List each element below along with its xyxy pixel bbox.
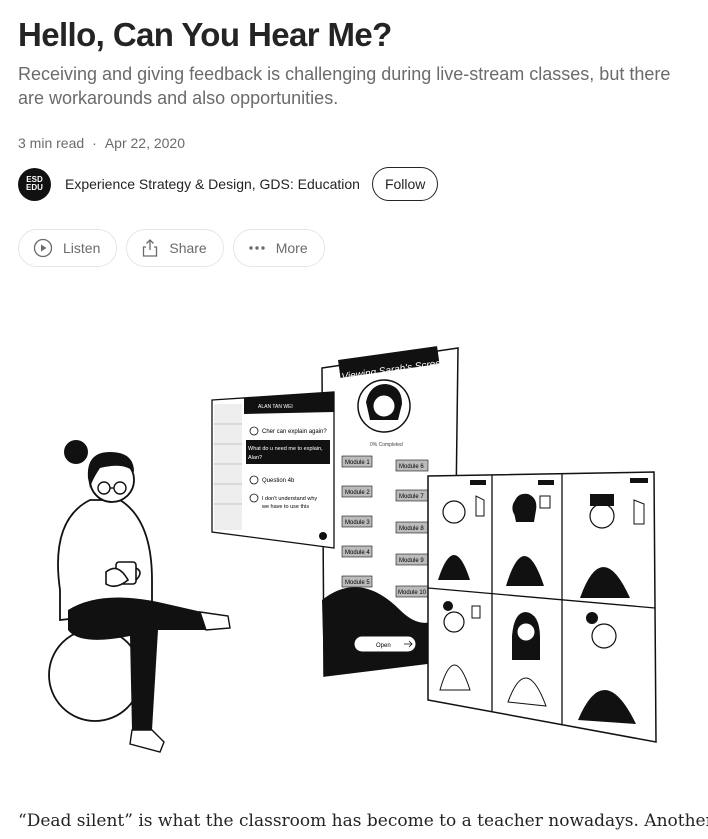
open-button-text: Open: [376, 643, 391, 649]
share-icon: [141, 238, 159, 258]
chat-message-3a: I don't understand why: [262, 496, 317, 502]
module-7: Module 7: [399, 494, 424, 500]
module-6: Module 6: [399, 464, 424, 470]
hero-illustration: Viewing Sarah's Screen 0% Completed Modu…: [48, 346, 657, 753]
read-time: 3 min read: [18, 135, 85, 151]
progress-text: 0% Completed: [370, 442, 403, 448]
article-meta: 3 min read · Apr 22, 2020: [18, 135, 185, 151]
meta-separator: ·: [92, 135, 97, 151]
chat-message-1: Cher can explain again?: [262, 429, 327, 435]
more-button[interactable]: More: [232, 229, 325, 267]
more-dots-icon: [248, 238, 266, 258]
listen-label: Listen: [63, 240, 101, 256]
avatar-text-line2: EDU: [26, 183, 43, 192]
module-9: Module 9: [399, 558, 424, 564]
chat-reply-line2: Alan?: [248, 455, 262, 461]
article-body-first-line: “Dead silent” is what the classroom has …: [18, 811, 708, 831]
module-1: Module 1: [345, 460, 370, 466]
action-bar: Listen Share More: [18, 229, 325, 267]
share-label: Share: [169, 240, 207, 256]
module-8: Module 8: [399, 526, 424, 532]
chat-message-2: Question 4b: [262, 478, 295, 484]
publish-date: Apr 22, 2020: [104, 135, 185, 151]
article-subtitle: Receiving and giving feedback is challen…: [18, 64, 671, 108]
seated-person: [48, 440, 231, 753]
more-label: More: [275, 240, 308, 256]
video-call-grid: [427, 471, 657, 743]
listen-button[interactable]: Listen: [18, 229, 118, 267]
author-row: ESD EDU Experience Strategy & Design, GD…: [18, 167, 439, 201]
module-5: Module 5: [345, 580, 370, 586]
chat-header-text: ALAN TAN WEI: [258, 404, 293, 410]
share-button[interactable]: Share: [126, 229, 224, 267]
follow-button[interactable]: Follow: [371, 167, 439, 201]
module-2: Module 2: [345, 490, 370, 496]
article-title: Hello, Can You Hear Me?: [18, 16, 392, 53]
play-icon: [33, 238, 53, 258]
module-10: Module 10: [398, 590, 427, 596]
chat-reply-line1: What do u need me to explain,: [248, 446, 323, 452]
chat-window: ALAN TAN WEI Cher can explain again? Wha…: [211, 391, 335, 549]
module-4: Module 4: [345, 550, 370, 556]
chat-message-3b: we have to use this: [261, 504, 309, 510]
author-avatar[interactable]: ESD EDU: [18, 167, 51, 201]
module-3: Module 3: [345, 520, 370, 526]
author-name[interactable]: Experience Strategy & Design, GDS: Educa…: [65, 176, 360, 192]
